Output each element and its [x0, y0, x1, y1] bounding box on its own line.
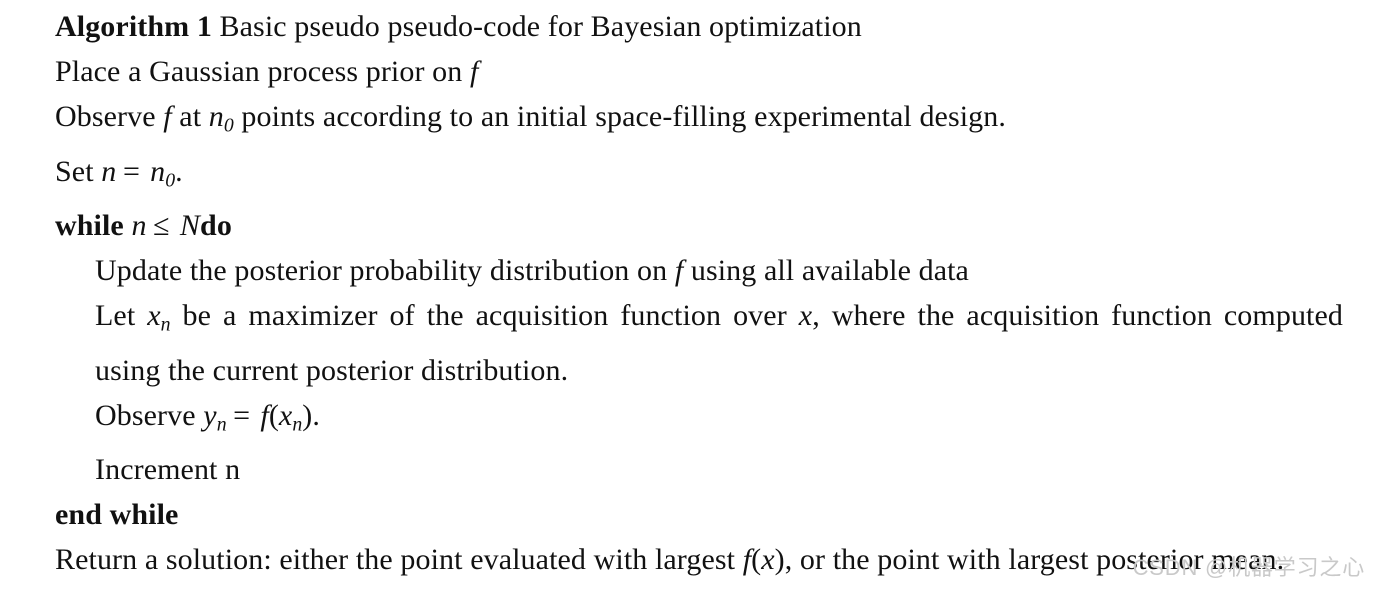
step-period: . [175, 154, 183, 188]
csdn-watermark: CSDN @机器学习之心 [1132, 555, 1365, 580]
algorithm-header-line: Algorithm 1 Basic pseudo pseudo-code for… [55, 4, 1343, 49]
step-text-b: at [171, 100, 209, 133]
math-subscript-n: n [216, 413, 227, 436]
math-var-x: x [761, 543, 775, 577]
math-open-paren: ( [268, 398, 279, 432]
keyword-while: while [55, 209, 124, 243]
algorithm-step-observe-yn: Observe yn = f(xn). [95, 393, 1343, 448]
step-text-a: Update the posterior probability distrib… [95, 254, 675, 288]
math-func-f: f [260, 398, 269, 432]
step-text-c: points according to an initial space-fil… [233, 100, 1006, 133]
math-var-n: n [208, 100, 224, 133]
algorithm-keyword-while: while n ≤ Ndo [55, 203, 1343, 248]
step-text-a: Set [55, 154, 102, 188]
step-text-b: be a maximizer of the acquisition functi… [170, 299, 799, 333]
math-open-paren: ( [751, 543, 762, 577]
math-var-n: n [131, 209, 147, 243]
math-var-f: f [469, 55, 479, 88]
algorithm-label: Algorithm 1 [55, 10, 212, 43]
math-operator-equals: = [233, 398, 251, 432]
math-var-y: y [203, 398, 217, 432]
step-text-a: Observe [55, 100, 164, 133]
math-close-paren: ) [774, 543, 785, 577]
math-func-f: f [742, 543, 752, 577]
keyword-end-while: end while [55, 498, 179, 532]
step-text-a: Return a solution: either the point eval… [55, 543, 743, 577]
step-text-b: using all available data [683, 254, 969, 288]
algorithm-step-increment-n: Increment n [95, 447, 1343, 492]
algorithm-title: Basic pseudo pseudo-code for Bayesian op… [219, 10, 862, 43]
math-subscript-n-second: n [292, 413, 303, 436]
algorithm-step-observe-initial: Observe f at n0 points according to an i… [55, 94, 1343, 149]
math-var-n: n [101, 154, 117, 188]
math-var-x: x [278, 398, 293, 432]
algorithm-step-update-posterior: Update the posterior probability distrib… [95, 248, 1343, 293]
algorithm-block: Algorithm 1 Basic pseudo pseudo-code for… [55, 4, 1343, 582]
step-text-a: Place a Gaussian process prior on [55, 55, 470, 88]
math-subscript-n: n [160, 313, 171, 336]
math-var-n0: n [150, 154, 166, 188]
math-close-paren: ) [302, 398, 313, 432]
math-var-f: f [163, 100, 172, 133]
keyword-do: do [200, 209, 232, 243]
step-period: . [312, 398, 320, 432]
step-text-a: Increment n [95, 453, 241, 487]
math-subscript-zero: 0 [165, 169, 176, 192]
math-var-x: x [147, 299, 161, 333]
algorithm-step-place-prior: Place a Gaussian process prior on f [55, 49, 1343, 94]
step-text-a: Observe [95, 398, 204, 432]
math-var-N: N [179, 209, 201, 243]
math-var-x-second: x [798, 299, 813, 333]
math-subscript-zero: 0 [223, 114, 234, 137]
algorithm-step-let-xn: Let xn be a maximizer of the acquisition… [95, 293, 1343, 393]
algorithm-keyword-end-while: end while [55, 492, 1343, 537]
algorithm-step-set-n: Set n = n0. [55, 149, 1343, 204]
math-operator-less-equal: ≤ [153, 209, 170, 243]
math-var-f: f [674, 254, 684, 288]
step-text-a: Let [95, 299, 148, 333]
math-operator-equals: = [122, 154, 140, 188]
